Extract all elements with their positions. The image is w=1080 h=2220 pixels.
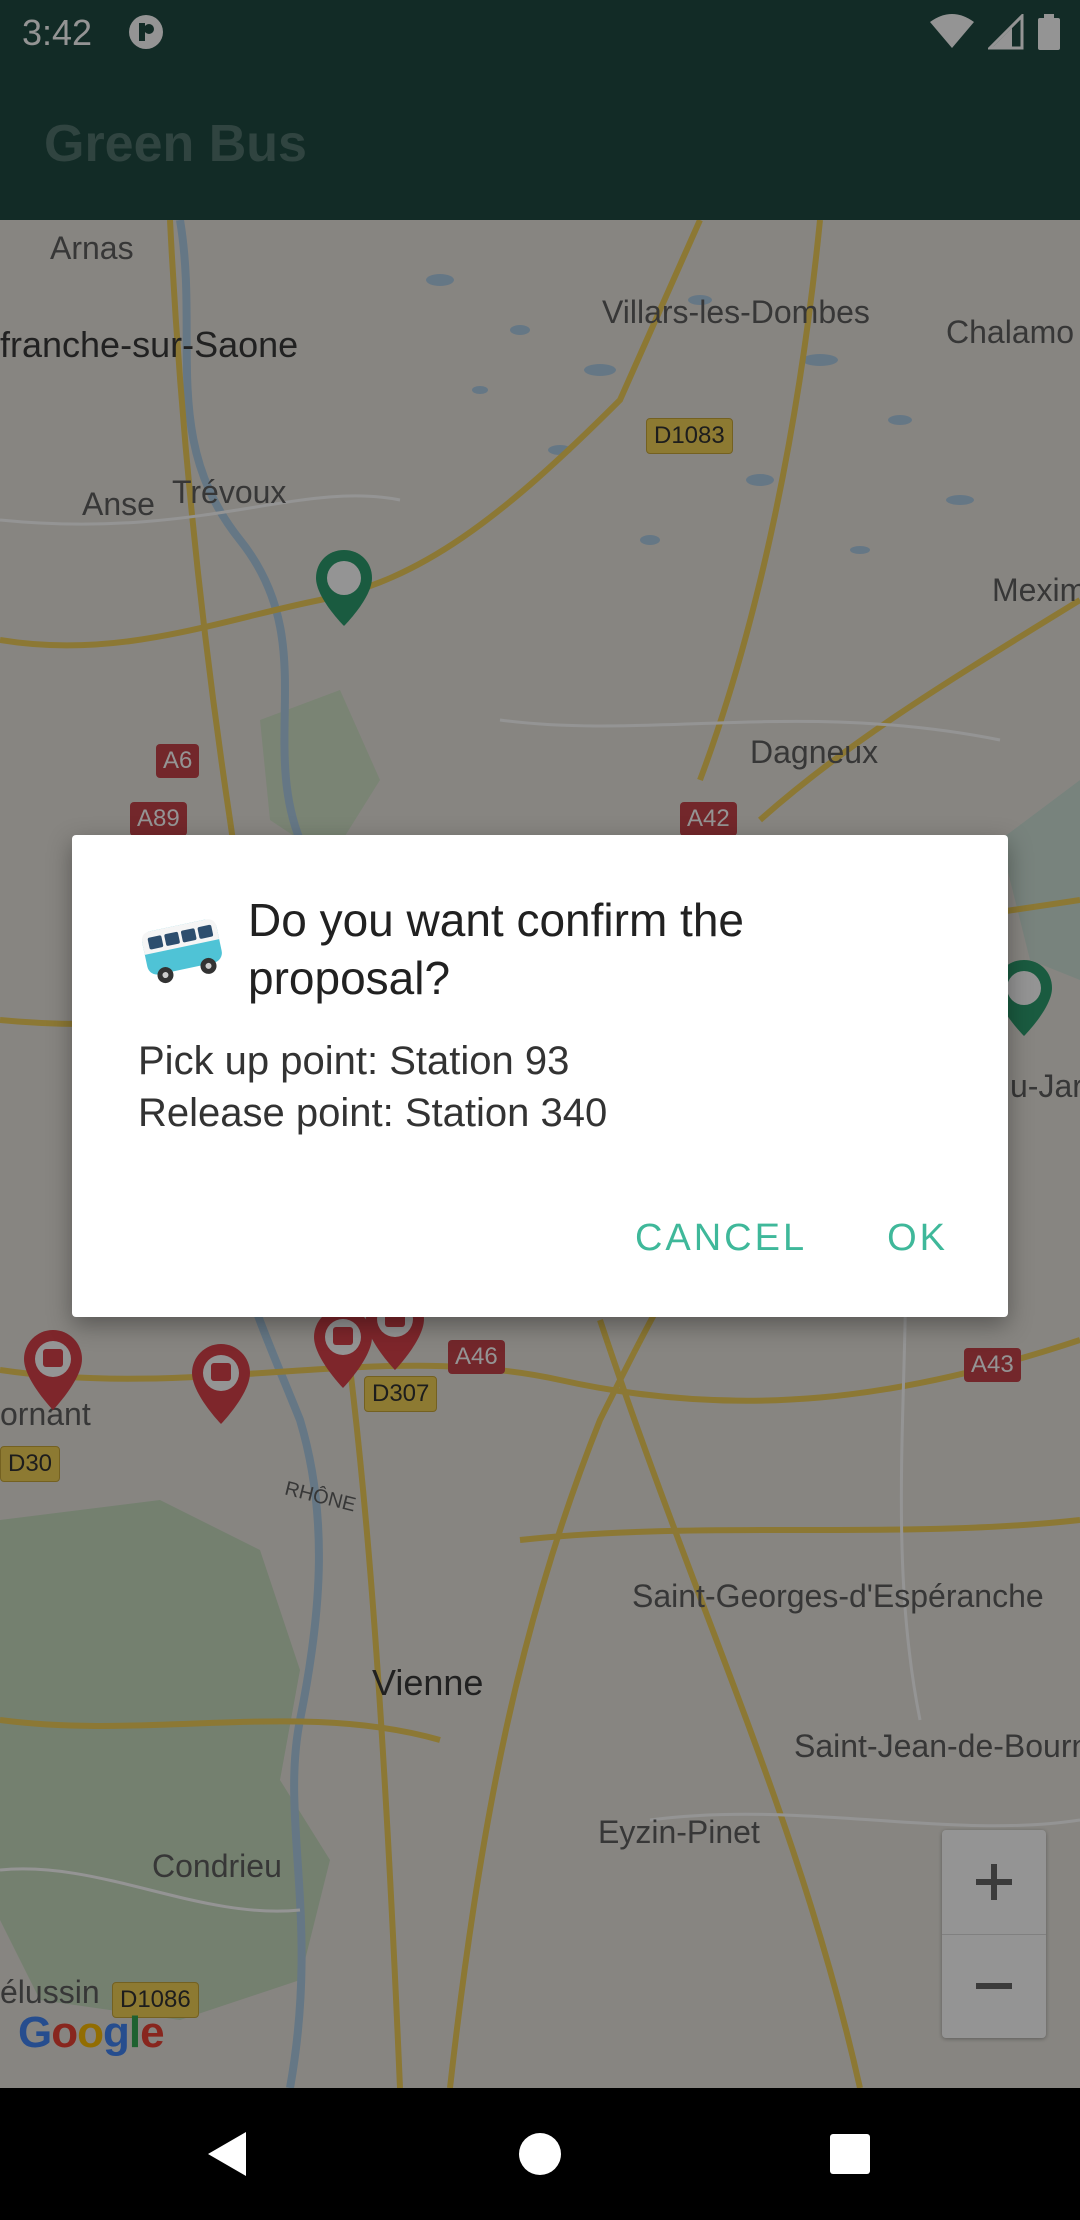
back-icon: [208, 2132, 246, 2176]
dialog-message: Pick up point: Station 93 Release point:…: [138, 1035, 958, 1139]
cancel-button[interactable]: CANCEL: [635, 1217, 807, 1260]
bus-icon: [136, 901, 228, 993]
dialog-title: Do you want confirm the proposal?: [248, 894, 745, 1004]
back-button[interactable]: [200, 2124, 260, 2184]
ok-button[interactable]: OK: [887, 1217, 948, 1260]
confirm-dialog: Do you want confirm the proposal? Pick u…: [72, 835, 1008, 1317]
release-point-text: Release point: Station 340: [138, 1091, 608, 1135]
pickup-point-text: Pick up point: Station 93: [138, 1039, 570, 1083]
recents-button[interactable]: [820, 2124, 880, 2184]
dialog-actions: CANCEL OK: [635, 1217, 948, 1260]
home-button[interactable]: [510, 2124, 570, 2184]
home-icon: [519, 2133, 561, 2175]
navigation-bar: [0, 2088, 1080, 2220]
recents-icon: [830, 2134, 870, 2174]
